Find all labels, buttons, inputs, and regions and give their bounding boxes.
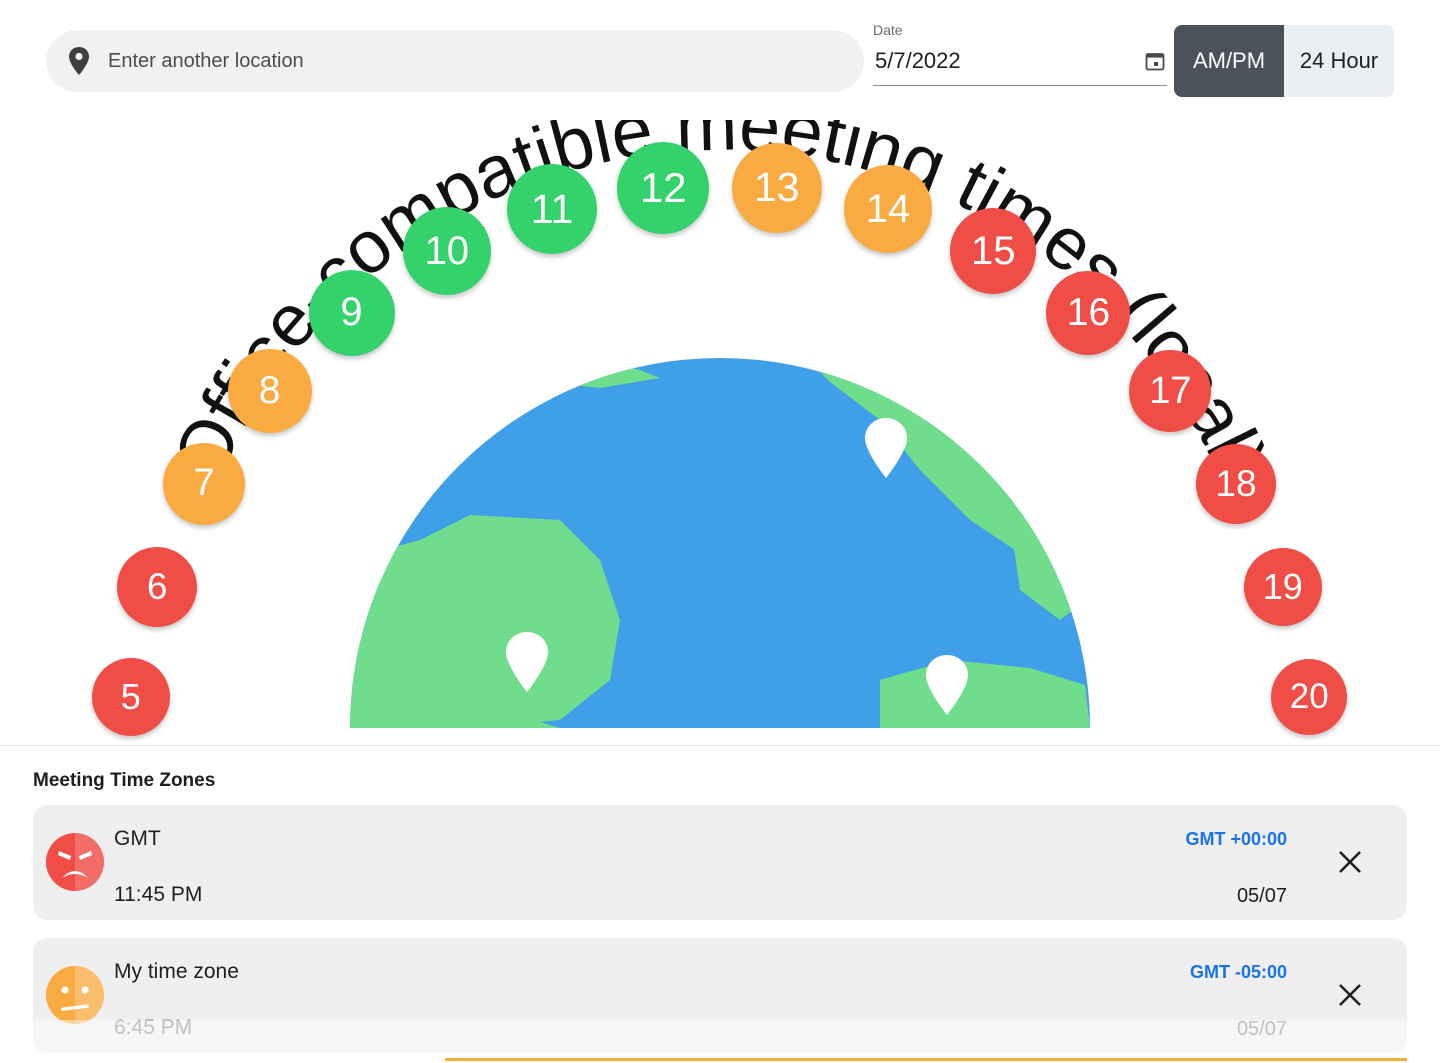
hour-badge[interactable]: 12 <box>617 141 710 234</box>
hour-badge[interactable]: 18 <box>1195 443 1276 524</box>
timezone-name: My time zone <box>114 960 239 983</box>
hour-badge-label: 8 <box>258 369 281 413</box>
timezone-date: 05/07 <box>1236 1018 1287 1040</box>
section-divider <box>0 745 1440 746</box>
timezone-time: 6:45 PM <box>114 1016 193 1039</box>
hour-badge-label: 5 <box>120 676 141 718</box>
timezone-app: Date AM/PM 24 Hour <box>0 0 1440 1063</box>
globe-graphic: Office-compatible meeting times (local) <box>157 120 1284 745</box>
hour-badge-label: 11 <box>530 185 574 232</box>
hour-badge-label: 12 <box>639 163 687 211</box>
timezone-offset: GMT +00:00 <box>1185 829 1287 849</box>
hour-badge[interactable]: 9 <box>308 269 395 356</box>
neutral-face-icon <box>46 966 104 1024</box>
hour-badge-label: 7 <box>193 462 215 505</box>
hour-badge-label: 15 <box>970 228 1016 273</box>
hour-badge[interactable]: 5 <box>91 658 170 737</box>
toolbar: Date AM/PM 24 Hour <box>0 0 1440 120</box>
hour-badge-label: 19 <box>1262 565 1303 607</box>
location-search-field[interactable] <box>46 30 864 92</box>
hour-badge[interactable]: 16 <box>1046 270 1131 355</box>
hour-badge[interactable]: 8 <box>227 349 312 434</box>
timezone-offset: GMT -05:00 <box>1189 962 1287 982</box>
hour-badge-label: 17 <box>1149 369 1192 412</box>
date-field-label: Date <box>873 22 903 38</box>
close-icon[interactable] <box>1335 847 1365 877</box>
date-field[interactable]: Date <box>873 22 1167 94</box>
timezone-row[interactable]: GMT 11:45 PM GMT +00:00 05/07 <box>33 805 1407 920</box>
hour-badge-label: 9 <box>340 290 363 335</box>
bottom-slider-track[interactable] <box>445 1058 1407 1061</box>
map-pin-icon <box>68 47 90 75</box>
format-24hour-button[interactable]: 24 Hour <box>1284 25 1394 97</box>
hour-badge[interactable]: 6 <box>117 546 198 627</box>
hour-badge-label: 10 <box>424 228 470 273</box>
timezone-date: 05/07 <box>1236 885 1287 907</box>
hour-badge[interactable]: 13 <box>731 142 822 233</box>
time-format-toggle[interactable]: AM/PM 24 Hour <box>1174 25 1394 97</box>
hour-badge-label: 20 <box>1289 677 1329 717</box>
hour-badge[interactable]: 20 <box>1271 659 1348 736</box>
location-input[interactable] <box>106 41 806 81</box>
hour-badge[interactable]: 14 <box>843 165 932 254</box>
hour-badge-label: 6 <box>146 565 168 607</box>
hour-badge-label: 16 <box>1066 290 1111 334</box>
hour-badge[interactable]: 11 <box>507 164 597 255</box>
timezone-name: GMT <box>114 827 161 850</box>
hour-badge-label: 13 <box>753 164 800 211</box>
timezone-row[interactable]: My time zone 6:45 PM GMT -05:00 05/07 <box>33 938 1407 1053</box>
close-icon[interactable] <box>1335 980 1365 1010</box>
list-heading: Meeting Time Zones <box>33 770 216 791</box>
hour-badge-label: 18 <box>1215 462 1257 504</box>
hour-badge-label: 14 <box>865 186 911 231</box>
globe-body <box>350 358 1090 728</box>
hour-badge[interactable]: 7 <box>163 442 246 525</box>
angry-face-icon <box>46 833 104 891</box>
date-input[interactable] <box>873 46 1103 75</box>
date-field-row[interactable] <box>873 38 1167 86</box>
hour-badge[interactable]: 10 <box>402 207 491 296</box>
timezone-time: 11:45 PM <box>114 883 203 906</box>
format-ampm-button[interactable]: AM/PM <box>1174 25 1284 97</box>
hour-badge[interactable]: 19 <box>1243 547 1322 626</box>
meeting-times-hero: Office-compatible meeting times (local) … <box>0 120 1440 745</box>
calendar-icon[interactable] <box>1145 51 1165 71</box>
